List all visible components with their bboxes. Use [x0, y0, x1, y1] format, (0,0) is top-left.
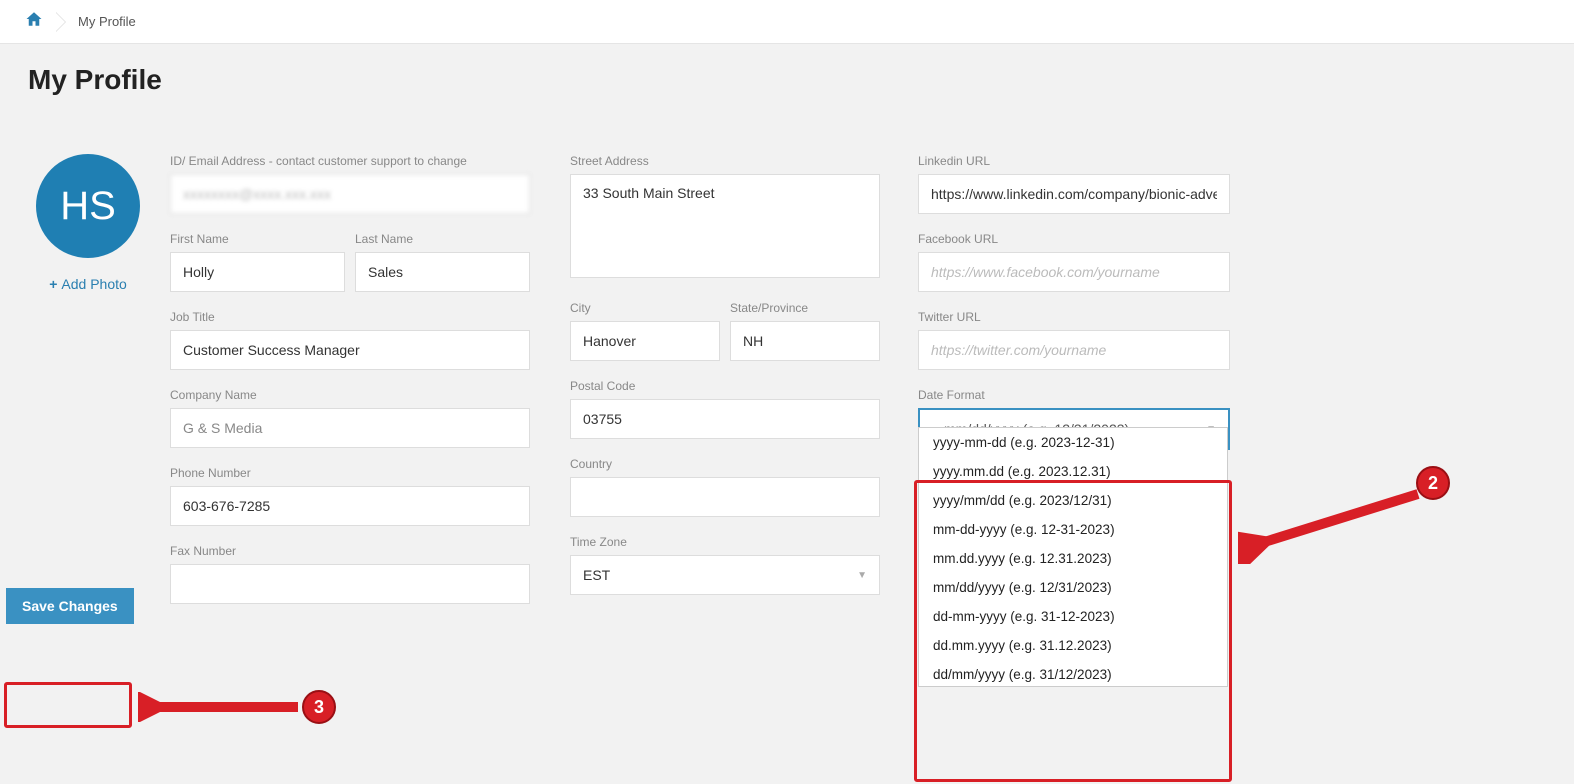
city-field[interactable]	[570, 321, 720, 361]
twitter-url-field[interactable]	[918, 330, 1230, 370]
country-label: Country	[570, 457, 880, 471]
company-name-field[interactable]	[170, 408, 530, 448]
street-address-label: Street Address	[570, 154, 880, 168]
date-format-dropdown-list[interactable]: yyyy-mm-dd (e.g. 2023-12-31)yyyy.mm.dd (…	[919, 428, 1227, 687]
time-zone-select[interactable]: EST ▼	[570, 555, 880, 595]
date-format-option[interactable]: yyyy-mm-dd (e.g. 2023-12-31)	[919, 428, 1227, 457]
add-photo-label: Add Photo	[61, 276, 126, 292]
state-province-label: State/Province	[730, 301, 880, 315]
date-format-label: Date Format	[918, 388, 1230, 402]
breadcrumb: My Profile	[0, 0, 1574, 44]
last-name-label: Last Name	[355, 232, 530, 246]
city-label: City	[570, 301, 720, 315]
job-title-field[interactable]	[170, 330, 530, 370]
date-format-option[interactable]: mm-dd-yyyy (e.g. 12-31-2023)	[919, 515, 1227, 544]
plus-icon: +	[49, 276, 57, 292]
first-name-label: First Name	[170, 232, 345, 246]
linkedin-url-label: Linkedin URL	[918, 154, 1230, 168]
date-format-option[interactable]: yyyy/mm/dd (e.g. 2023/12/31)	[919, 486, 1227, 515]
twitter-url-label: Twitter URL	[918, 310, 1230, 324]
annotation-step-2-number: 2	[1428, 473, 1438, 494]
breadcrumb-separator	[56, 12, 66, 32]
id-email-label: ID/ Email Address - contact customer sup…	[170, 154, 530, 168]
time-zone-label: Time Zone	[570, 535, 880, 549]
add-photo-link[interactable]: + Add Photo	[49, 276, 127, 292]
fax-number-label: Fax Number	[170, 544, 530, 558]
date-format-option[interactable]: mm.dd.yyyy (e.g. 12.31.2023)	[919, 544, 1227, 573]
facebook-url-field[interactable]	[918, 252, 1230, 292]
date-format-dropdown: yyyy-mm-dd (e.g. 2023-12-31)yyyy.mm.dd (…	[918, 427, 1228, 687]
avatar: HS	[36, 154, 140, 258]
page-title: My Profile	[28, 64, 1574, 96]
breadcrumb-current: My Profile	[78, 14, 136, 29]
date-format-option[interactable]: yyyy.mm.dd (e.g. 2023.12.31)	[919, 457, 1227, 486]
linkedin-url-field[interactable]	[918, 174, 1230, 214]
first-name-field[interactable]	[170, 252, 345, 292]
facebook-url-label: Facebook URL	[918, 232, 1230, 246]
job-title-label: Job Title	[170, 310, 530, 324]
date-format-option[interactable]: dd.mm.yyyy (e.g. 31.12.2023)	[919, 631, 1227, 660]
phone-number-field[interactable]	[170, 486, 530, 526]
avatar-initials: HS	[60, 184, 116, 229]
last-name-field[interactable]	[355, 252, 530, 292]
postal-code-field[interactable]	[570, 399, 880, 439]
time-zone-value: EST	[583, 567, 610, 583]
save-changes-button[interactable]: Save Changes	[6, 588, 134, 624]
annotation-step-3-number: 3	[314, 697, 324, 718]
chevron-down-icon: ▼	[857, 570, 867, 581]
company-name-label: Company Name	[170, 388, 530, 402]
street-address-field[interactable]	[570, 174, 880, 278]
state-province-field[interactable]	[730, 321, 880, 361]
phone-number-label: Phone Number	[170, 466, 530, 480]
date-format-option[interactable]: dd-mm-yyyy (e.g. 31-12-2023)	[919, 602, 1227, 631]
fax-number-field[interactable]	[170, 564, 530, 604]
country-field[interactable]	[570, 477, 880, 517]
date-format-option[interactable]: dd/mm/yyyy (e.g. 31/12/2023)	[919, 660, 1227, 687]
id-email-field	[170, 174, 530, 214]
postal-code-label: Postal Code	[570, 379, 880, 393]
date-format-option[interactable]: mm/dd/yyyy (e.g. 12/31/2023)	[919, 573, 1227, 602]
home-icon[interactable]	[24, 10, 44, 33]
